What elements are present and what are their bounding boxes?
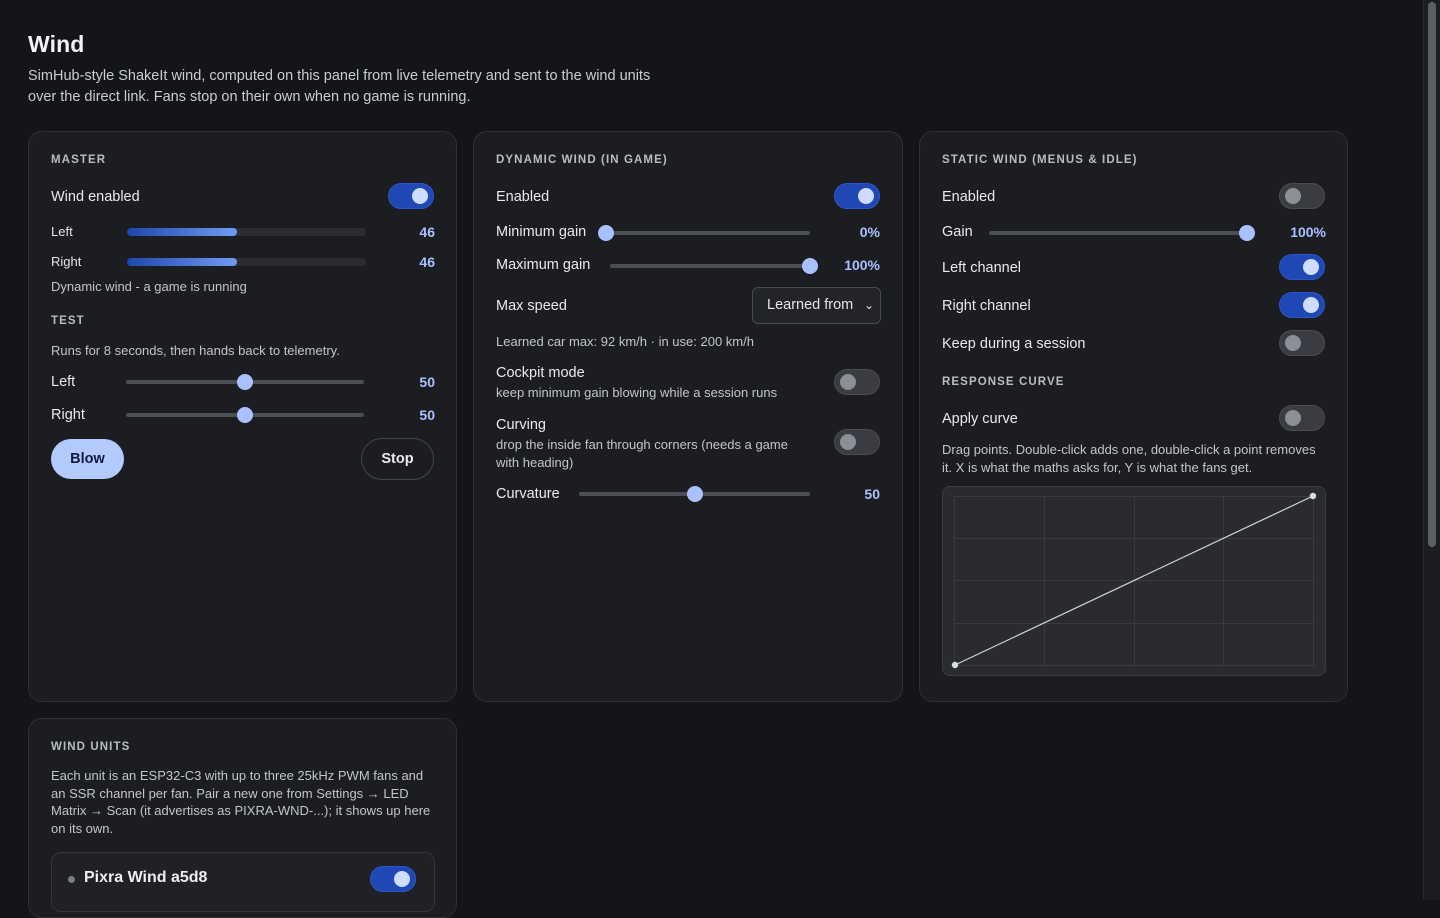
keep-during-session-label: Keep during a session	[942, 336, 1086, 352]
wind-units-description: Each unit is an ESP32-C3 with up to thre…	[51, 768, 431, 836]
blow-button[interactable]: Blow	[51, 439, 124, 479]
test-description: Runs for 8 seconds, then hands back to t…	[51, 343, 340, 358]
left-level-value: 46	[419, 224, 435, 240]
stop-button[interactable]: Stop	[361, 438, 434, 480]
test-section-title: TEST	[51, 315, 85, 327]
slider-thumb[interactable]	[1239, 225, 1255, 241]
response-curve-graph[interactable]	[943, 487, 1325, 675]
wind-enabled-label: Wind enabled	[51, 189, 140, 205]
static-enabled-toggle[interactable]	[1279, 183, 1325, 209]
cockpit-mode-toggle[interactable]	[834, 369, 880, 395]
cockpit-mode-description: keep minimum gain blowing while a sessio…	[496, 385, 778, 400]
master-section-title: MASTER	[51, 154, 107, 166]
dynamic-wind-card: DYNAMIC WIND (IN GAME) Enabled Minimum g…	[473, 131, 903, 702]
keep-during-session-toggle[interactable]	[1279, 330, 1325, 356]
static-section-title: STATIC WIND (MENUS & IDLE)	[942, 154, 1138, 166]
connection-status-dot	[68, 876, 75, 883]
toggle-knob	[840, 374, 856, 390]
curvature-slider[interactable]	[579, 486, 810, 502]
right-level-meter	[127, 258, 366, 266]
test-left-label: Left	[51, 374, 76, 390]
test-right-slider[interactable]	[126, 407, 364, 423]
test-right-label: Right	[51, 407, 85, 423]
slider-thumb[interactable]	[686, 486, 703, 502]
right-level-value: 46	[419, 254, 435, 270]
toggle-knob	[1285, 188, 1301, 204]
master-card: MASTER Wind enabled Left 46 Right 46 Dyn…	[28, 131, 457, 702]
wind-unit-name: Pixra Wind a5d8	[84, 869, 208, 886]
minimum-gain-label: Minimum gain	[496, 224, 587, 240]
toggle-knob	[1285, 335, 1301, 351]
left-meter-label: Left	[51, 224, 73, 239]
slider-thumb[interactable]	[237, 374, 253, 390]
left-level-meter	[127, 228, 366, 236]
scrollbar-thumb[interactable]	[1428, 2, 1436, 547]
curve-point-handle[interactable]	[951, 661, 959, 669]
max-speed-label: Max speed	[496, 298, 567, 314]
right-channel-label: Right channel	[942, 298, 1031, 314]
gain-value: 100%	[1290, 224, 1326, 240]
wind-enabled-toggle[interactable]	[388, 183, 434, 209]
curvature-label: Curvature	[496, 486, 560, 502]
maximum-gain-slider[interactable]	[610, 258, 818, 274]
test-right-value: 50	[419, 407, 435, 423]
left-channel-label: Left channel	[942, 260, 1022, 276]
dynamic-enabled-label: Enabled	[496, 189, 550, 205]
maximum-gain-label: Maximum gain	[496, 257, 591, 273]
apply-curve-toggle[interactable]	[1279, 405, 1325, 431]
left-level-fill	[127, 228, 237, 236]
toggle-knob	[858, 188, 874, 204]
wind-units-card: WIND UNITS Each unit is an ESP32-C3 with…	[28, 718, 457, 918]
apply-curve-label: Apply curve	[942, 411, 1018, 427]
gain-label: Gain	[942, 224, 973, 240]
curve-description: Drag points. Double-click adds one, doub…	[942, 442, 1316, 475]
wind-status-text: Dynamic wind - a game is running	[51, 279, 247, 294]
test-left-slider[interactable]	[126, 374, 364, 390]
test-left-value: 50	[419, 374, 435, 390]
curving-description: drop the inside fan through corners (nee…	[496, 437, 788, 470]
curving-label: Curving	[496, 417, 546, 433]
max-speed-selected-value: Learned from	[767, 297, 854, 313]
right-meter-label: Right	[51, 254, 82, 269]
slider-thumb[interactable]	[802, 258, 818, 274]
static-enabled-label: Enabled	[942, 189, 996, 205]
toggle-knob	[840, 434, 856, 450]
toggle-knob	[1303, 259, 1319, 275]
page-scrollbar[interactable]	[1423, 0, 1440, 900]
left-channel-toggle[interactable]	[1279, 254, 1325, 280]
toggle-knob	[1285, 410, 1301, 426]
response-curve-section-title: RESPONSE CURVE	[942, 376, 1065, 388]
curve-point-handle[interactable]	[1309, 492, 1317, 500]
toggle-knob	[1303, 297, 1319, 313]
minimum-gain-slider[interactable]	[598, 225, 810, 241]
curvature-value: 50	[864, 486, 880, 502]
maximum-gain-value: 100%	[844, 257, 880, 273]
dynamic-section-title: DYNAMIC WIND (IN GAME)	[496, 154, 668, 166]
wind-unit-row[interactable]: Pixra Wind a5d8	[51, 852, 435, 912]
toggle-knob	[412, 188, 428, 204]
curving-toggle[interactable]	[834, 429, 880, 455]
wind-unit-toggle[interactable]	[370, 866, 416, 892]
page-subtitle: SimHub-style ShakeIt wind, computed on t…	[28, 68, 651, 105]
wind-units-section-title: WIND UNITS	[51, 741, 131, 753]
cockpit-mode-label: Cockpit mode	[496, 365, 585, 381]
minimum-gain-value: 0%	[859, 224, 880, 240]
response-curve-editor[interactable]	[942, 486, 1326, 676]
right-level-fill	[127, 258, 237, 266]
toggle-knob	[394, 871, 410, 887]
max-speed-select[interactable]: Learned from ⌄	[752, 287, 881, 324]
slider-thumb[interactable]	[598, 225, 614, 241]
page-title: Wind	[28, 31, 85, 57]
gain-slider[interactable]	[989, 225, 1255, 241]
learned-speed-text: Learned car max: 92 km/h · in use: 200 k…	[496, 334, 754, 349]
static-wind-card: STATIC WIND (MENUS & IDLE) Enabled Gain …	[919, 131, 1348, 702]
chevron-down-icon: ⌄	[859, 288, 874, 322]
slider-thumb[interactable]	[237, 407, 253, 423]
right-channel-toggle[interactable]	[1279, 292, 1325, 318]
dynamic-enabled-toggle[interactable]	[834, 183, 880, 209]
